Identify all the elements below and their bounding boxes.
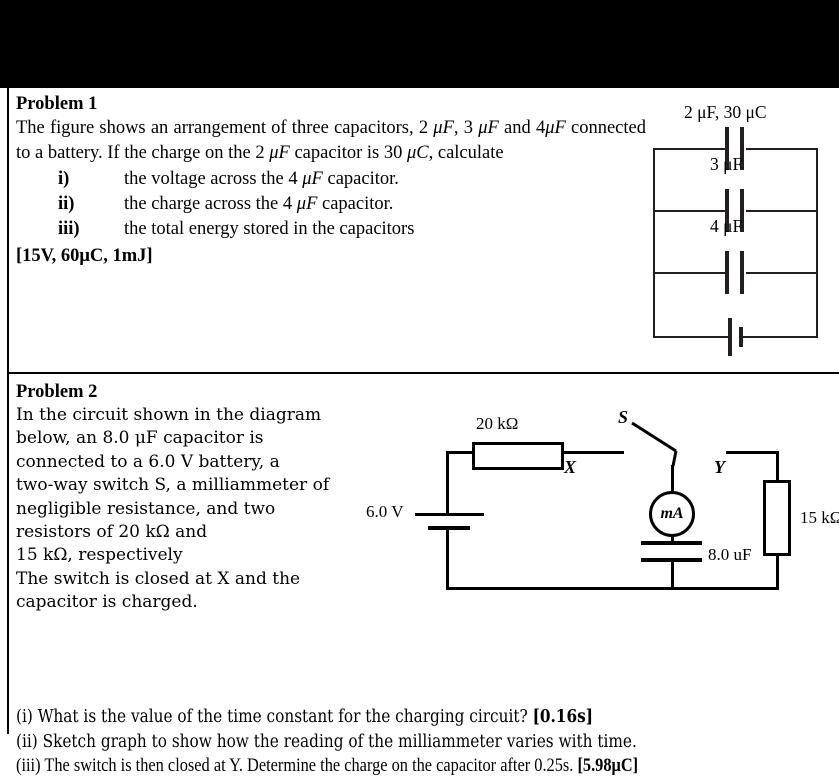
sub-question-text-b: capacitor.	[322, 169, 399, 189]
capacitor-8uf-label: 8.0 uF	[708, 545, 752, 564]
top-branch-wire-right	[746, 148, 818, 150]
wire-capacitor-to-bottom-rail	[671, 560, 674, 590]
problem-2-heading: Problem 2	[16, 382, 98, 402]
sub-question-text-a: the total energy stored in the capacitor…	[124, 219, 415, 239]
sub-question-text: the charge across the 4 μF capacitor.	[124, 192, 393, 217]
paragraph-line: capacitor is charged.	[16, 592, 198, 613]
resistor-15k-label: 15 kΩ	[800, 508, 839, 527]
wire-resistor-to-contact-x	[562, 451, 624, 454]
battery-short-plate	[428, 526, 470, 530]
list-item: i) the voltage across the 4 μF capacitor…	[16, 167, 656, 192]
problem-1-block: Problem 1 The figure shows an arrangemen…	[16, 92, 656, 269]
sub-question-text-b: capacitor.	[317, 194, 394, 214]
contact-y-label: Y	[714, 457, 725, 477]
question-i-answer: [0.16s]	[532, 707, 593, 727]
worksheet-page: Problem 1 The figure shows an arrangemen…	[0, 88, 839, 776]
paragraph-line: two-way switch S, a milliammeter of	[16, 475, 330, 496]
sub-question-unit: μF	[296, 194, 318, 214]
p1-text-seg-2: , 3	[453, 118, 479, 138]
paragraph-line: negligible resistance, and two	[16, 498, 276, 519]
right-rail-wire	[816, 148, 818, 338]
p1-text-seg-1: The figure shows an arrangement of three…	[16, 118, 434, 138]
left-rail-wire	[653, 148, 655, 338]
question-iii-text: (iii) The switch is then closed at Y. De…	[16, 755, 578, 776]
question-i-text: (i) What is the value of the time consta…	[16, 707, 533, 727]
problem-2-block: Problem 2 In the circuit shown in the di…	[16, 380, 839, 776]
paragraph-line: In the circuit shown in the diagram	[16, 405, 322, 425]
top-branch-wire-left	[653, 148, 725, 150]
p1-text-seg-5: capacitor is 30	[289, 143, 407, 163]
sub-question-text: the total energy stored in the capacitor…	[124, 217, 414, 242]
resistor-15k-symbol	[763, 480, 791, 556]
wire-switch-to-meter	[671, 465, 674, 494]
milliammeter-symbol: mA	[649, 491, 695, 537]
capacitor-4uf-plate-right	[740, 251, 744, 294]
battery-short-plate	[739, 327, 743, 347]
p1-unit-d: μF	[269, 143, 290, 163]
low-branch-wire-right	[746, 272, 818, 274]
list-item: ii) the charge across the 4 μF capacitor…	[16, 192, 656, 217]
p1-text-seg-6: , calculate	[428, 143, 504, 163]
sub-question-marker: i)	[58, 169, 70, 189]
problem-divider-rule	[7, 372, 839, 374]
switch-blade-icon[interactable]	[624, 418, 694, 467]
sub-question-text: the voltage across the 4 μF capacitor.	[124, 167, 399, 192]
problem-2-questions: (i) What is the value of the time consta…	[16, 705, 746, 779]
capacitor-3uf-label: 3 μF	[710, 154, 743, 174]
problem-1-heading: Problem 1	[16, 94, 98, 114]
battery-long-plate	[415, 513, 484, 516]
sub-question-marker: ii)	[58, 194, 75, 214]
milliammeter-label: mA	[660, 505, 684, 522]
mid-branch-wire-left	[653, 210, 725, 212]
sub-question-marker: iii)	[58, 219, 80, 239]
problem-1-body: The figure shows an arrangement of three…	[16, 116, 646, 166]
p1-unit-b: μF	[478, 118, 499, 138]
page-left-border	[7, 88, 9, 734]
battery-long-plate	[728, 318, 732, 356]
p1-unit-a: μF	[433, 118, 454, 138]
contact-x-label: X	[564, 457, 577, 477]
p1-unit-c: μF	[545, 118, 566, 138]
bottom-branch-wire-left	[653, 336, 728, 338]
p1-unit-e: μC	[406, 143, 429, 163]
low-branch-wire-left	[653, 272, 725, 274]
capacitor-8uf-plate-top	[641, 541, 702, 545]
question-line-i: (i) What is the value of the time consta…	[16, 705, 746, 730]
paragraph-line: 15 kΩ, respectively	[16, 545, 183, 566]
problem-1-answer-key: [15V, 60μC, 1mJ]	[16, 246, 153, 266]
resistor-20k-label: 20 kΩ	[476, 414, 519, 433]
battery-label: 6.0 V	[366, 502, 404, 521]
capacitor-4uf-plate-left	[725, 251, 729, 294]
wire-right-vertical-lower	[776, 554, 779, 590]
problem-2-circuit-diagram: 20 kΩ X 6.0 V S mA 8.0 uF Y 15 kΩ	[366, 408, 839, 598]
question-line-ii: (ii) Sketch graph to show how the readin…	[16, 731, 637, 752]
p1-text-seg-3: and 4	[498, 118, 546, 138]
question-line-iii: (iii) The switch is then closed at Y. De…	[16, 754, 746, 779]
bottom-branch-wire-right	[742, 336, 818, 338]
capacitor-4uf-label: 4 μF	[710, 216, 743, 236]
paragraph-line: resistors of 20 kΩ and	[16, 522, 208, 543]
sub-question-unit: μF	[302, 169, 323, 189]
wire-left-vertical-lower	[446, 528, 449, 590]
resistor-20k-symbol	[472, 442, 564, 470]
wire-contact-y-to-right	[726, 451, 779, 454]
problem-2-paragraph: In the circuit shown in the diagram belo…	[16, 404, 334, 615]
problem-1-circuit-diagram: 2 μF, 30 μC 3 μF 4 μF	[650, 102, 835, 362]
paragraph-line: connected to a 6.0 V battery, a	[16, 451, 280, 472]
sub-question-text-a: the charge across the 4	[124, 194, 297, 214]
problem-1-sub-questions: i) the voltage across the 4 μF capacitor…	[16, 167, 656, 242]
wire-battery-to-resistor-top	[446, 451, 474, 454]
mid-branch-wire-right	[746, 210, 818, 212]
wire-bottom-rail	[446, 587, 779, 590]
wire-left-vertical-upper	[446, 451, 449, 514]
letterbox-bar-top	[0, 0, 839, 88]
paragraph-line: below, an 8.0 μF capacitor is	[16, 428, 264, 449]
sub-question-text-a: the voltage across the 4	[124, 169, 303, 189]
capacitor-2uf-label: 2 μF, 30 μC	[684, 102, 767, 122]
list-item: iii) the total energy stored in the capa…	[16, 217, 656, 242]
question-iii-answer: [5.98μC]	[577, 755, 639, 776]
paragraph-line: The switch is closed at X and the	[16, 568, 301, 589]
